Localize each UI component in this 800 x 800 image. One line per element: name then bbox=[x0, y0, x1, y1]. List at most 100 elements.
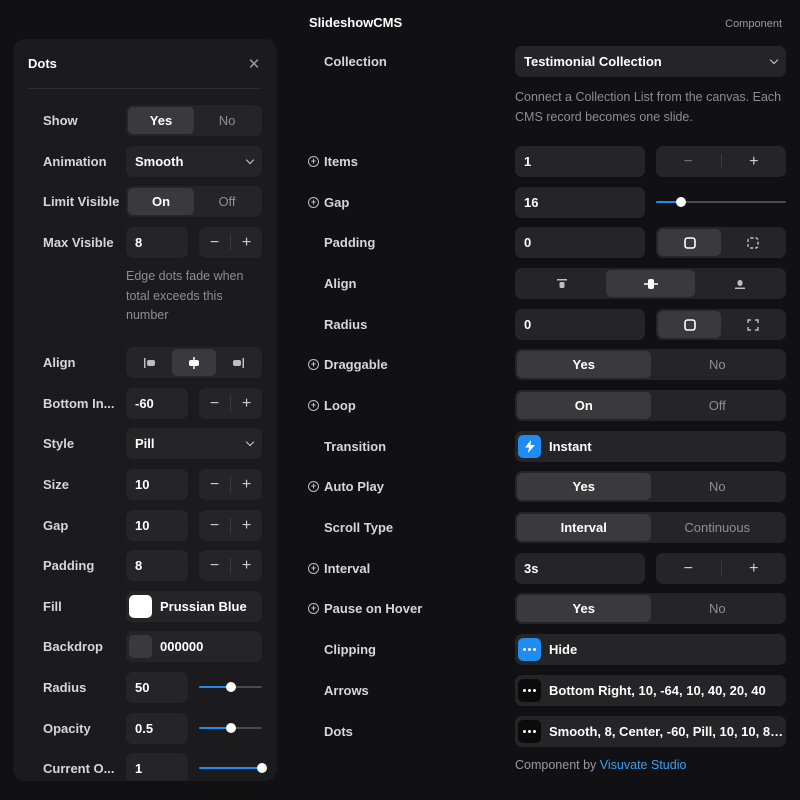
decrement-button[interactable]: − bbox=[199, 510, 230, 541]
align-right-option[interactable] bbox=[216, 349, 260, 376]
row-fill: Fill Prussian Blue bbox=[13, 591, 277, 622]
current-opacity-input[interactable]: 1 bbox=[126, 753, 188, 781]
plus-circle-icon[interactable]: + bbox=[308, 156, 319, 167]
style-select[interactable]: Pill bbox=[126, 428, 262, 459]
label-radius: Radius bbox=[43, 680, 87, 695]
decrement-button[interactable]: − bbox=[199, 469, 230, 500]
decrement-button[interactable]: − bbox=[656, 146, 721, 177]
increment-button[interactable]: + bbox=[231, 388, 262, 419]
label-max-visible: Max Visible bbox=[43, 235, 114, 250]
align-middle-icon bbox=[643, 278, 658, 289]
decrement-button[interactable]: − bbox=[199, 227, 230, 258]
radius-input[interactable]: 50 bbox=[126, 672, 188, 703]
backdrop-swatch bbox=[129, 635, 152, 658]
more-dots-icon bbox=[518, 679, 541, 702]
scroll-type-interval-option[interactable]: Interval bbox=[517, 514, 651, 541]
max-visible-input[interactable]: 8 bbox=[126, 227, 188, 258]
gap-input[interactable]: 16 bbox=[515, 187, 645, 218]
increment-button[interactable]: + bbox=[231, 227, 262, 258]
slider-handle[interactable] bbox=[225, 682, 236, 692]
arrows-settings-button[interactable]: Bottom Right, 10, -64, 10, 40, 20, 40 bbox=[515, 675, 786, 706]
draggable-no-option[interactable]: No bbox=[651, 351, 785, 378]
row-opacity: Opacity 0.5 bbox=[13, 713, 277, 744]
align-left-option[interactable] bbox=[128, 349, 172, 376]
dots-summary: Smooth, 8, Center, -60, Pill, 10, 10, 8,… bbox=[549, 724, 786, 739]
show-yes-option[interactable]: Yes bbox=[128, 107, 194, 134]
align-bottom-option[interactable] bbox=[695, 270, 784, 297]
gap-slider[interactable] bbox=[656, 187, 786, 218]
loop-on-option[interactable]: On bbox=[517, 392, 651, 419]
padding-input[interactable]: 8 bbox=[126, 550, 188, 581]
label-items: Items bbox=[324, 154, 358, 169]
increment-button[interactable]: + bbox=[722, 553, 787, 584]
row-align: Align bbox=[13, 347, 277, 378]
close-icon[interactable]: ✕ bbox=[246, 55, 262, 73]
radius-uniform-option[interactable] bbox=[658, 311, 721, 338]
plus-circle-icon[interactable]: + bbox=[308, 563, 319, 574]
plus-circle-icon[interactable]: + bbox=[308, 197, 319, 208]
row-size: Size 10 − + bbox=[13, 469, 277, 500]
padding-input[interactable]: 0 bbox=[515, 227, 645, 258]
component-title: SlideshowCMS bbox=[309, 15, 403, 30]
auto-play-yes-option[interactable]: Yes bbox=[517, 473, 651, 500]
label-auto-play: Auto Play bbox=[324, 479, 384, 494]
decrement-button[interactable]: − bbox=[199, 550, 230, 581]
chevron-down-icon bbox=[769, 55, 779, 65]
size-input[interactable]: 10 bbox=[126, 469, 188, 500]
padding-uniform-option[interactable] bbox=[658, 229, 721, 256]
transition-picker[interactable]: Instant bbox=[515, 431, 786, 462]
radius-slider[interactable] bbox=[199, 672, 262, 703]
align-center-option[interactable] bbox=[172, 349, 216, 376]
limit-visible-off-option[interactable]: Off bbox=[194, 188, 260, 215]
radius-individual-option[interactable] bbox=[721, 311, 784, 338]
row-backdrop: Backdrop 000000 bbox=[13, 631, 277, 662]
dots-settings-button[interactable]: Smooth, 8, Center, -60, Pill, 10, 10, 8,… bbox=[515, 716, 786, 747]
square-icon bbox=[683, 236, 696, 249]
bottom-inset-input[interactable]: -60 bbox=[126, 388, 188, 419]
plus-circle-icon[interactable]: + bbox=[308, 603, 319, 614]
items-input[interactable]: 1 bbox=[515, 146, 645, 177]
auto-play-no-option[interactable]: No bbox=[651, 473, 785, 500]
opacity-slider[interactable] bbox=[199, 713, 262, 744]
increment-button[interactable]: + bbox=[231, 510, 262, 541]
label-bottom-inset: Bottom In... bbox=[43, 396, 115, 411]
increment-button[interactable]: + bbox=[231, 469, 262, 500]
backdrop-color-picker[interactable]: 000000 bbox=[126, 631, 262, 662]
collection-select[interactable]: Testimonial Collection bbox=[515, 46, 786, 77]
current-opacity-slider[interactable] bbox=[199, 753, 267, 781]
align-top-option[interactable] bbox=[517, 270, 606, 297]
loop-off-option[interactable]: Off bbox=[651, 392, 785, 419]
plus-circle-icon[interactable]: + bbox=[308, 481, 319, 492]
limit-visible-on-option[interactable]: On bbox=[128, 188, 194, 215]
fill-color-picker[interactable]: Prussian Blue bbox=[126, 591, 262, 622]
label-radius: Radius bbox=[324, 317, 368, 332]
gap-input[interactable]: 10 bbox=[126, 510, 188, 541]
opacity-input[interactable]: 0.5 bbox=[126, 713, 188, 744]
slider-handle[interactable] bbox=[225, 723, 236, 733]
interval-input[interactable]: 3s bbox=[515, 553, 645, 584]
row-items: + Items 1 − + bbox=[293, 146, 800, 177]
draggable-yes-option[interactable]: Yes bbox=[517, 351, 651, 378]
animation-select[interactable]: Smooth bbox=[126, 146, 262, 177]
pause-no-option[interactable]: No bbox=[651, 595, 785, 622]
row-animation: Animation Smooth bbox=[13, 146, 277, 177]
show-no-option[interactable]: No bbox=[194, 107, 260, 134]
decrement-button[interactable]: − bbox=[656, 553, 721, 584]
slider-handle[interactable] bbox=[675, 197, 686, 207]
align-middle-option[interactable] bbox=[606, 270, 695, 297]
increment-button[interactable]: + bbox=[722, 146, 787, 177]
loop-toggle: On Off bbox=[515, 390, 786, 421]
clipping-picker[interactable]: Hide bbox=[515, 634, 786, 665]
credit-link[interactable]: Visuvate Studio bbox=[600, 758, 687, 772]
label-transition: Transition bbox=[324, 439, 387, 454]
scroll-type-continuous-option[interactable]: Continuous bbox=[651, 514, 785, 541]
decrement-button[interactable]: − bbox=[199, 388, 230, 419]
plus-circle-icon[interactable]: + bbox=[308, 359, 319, 370]
label-fill: Fill bbox=[43, 599, 62, 614]
plus-circle-icon[interactable]: + bbox=[308, 400, 319, 411]
slider-handle[interactable] bbox=[257, 763, 267, 773]
padding-individual-option[interactable] bbox=[721, 229, 784, 256]
increment-button[interactable]: + bbox=[231, 550, 262, 581]
pause-yes-option[interactable]: Yes bbox=[517, 595, 651, 622]
radius-input[interactable]: 0 bbox=[515, 309, 645, 340]
